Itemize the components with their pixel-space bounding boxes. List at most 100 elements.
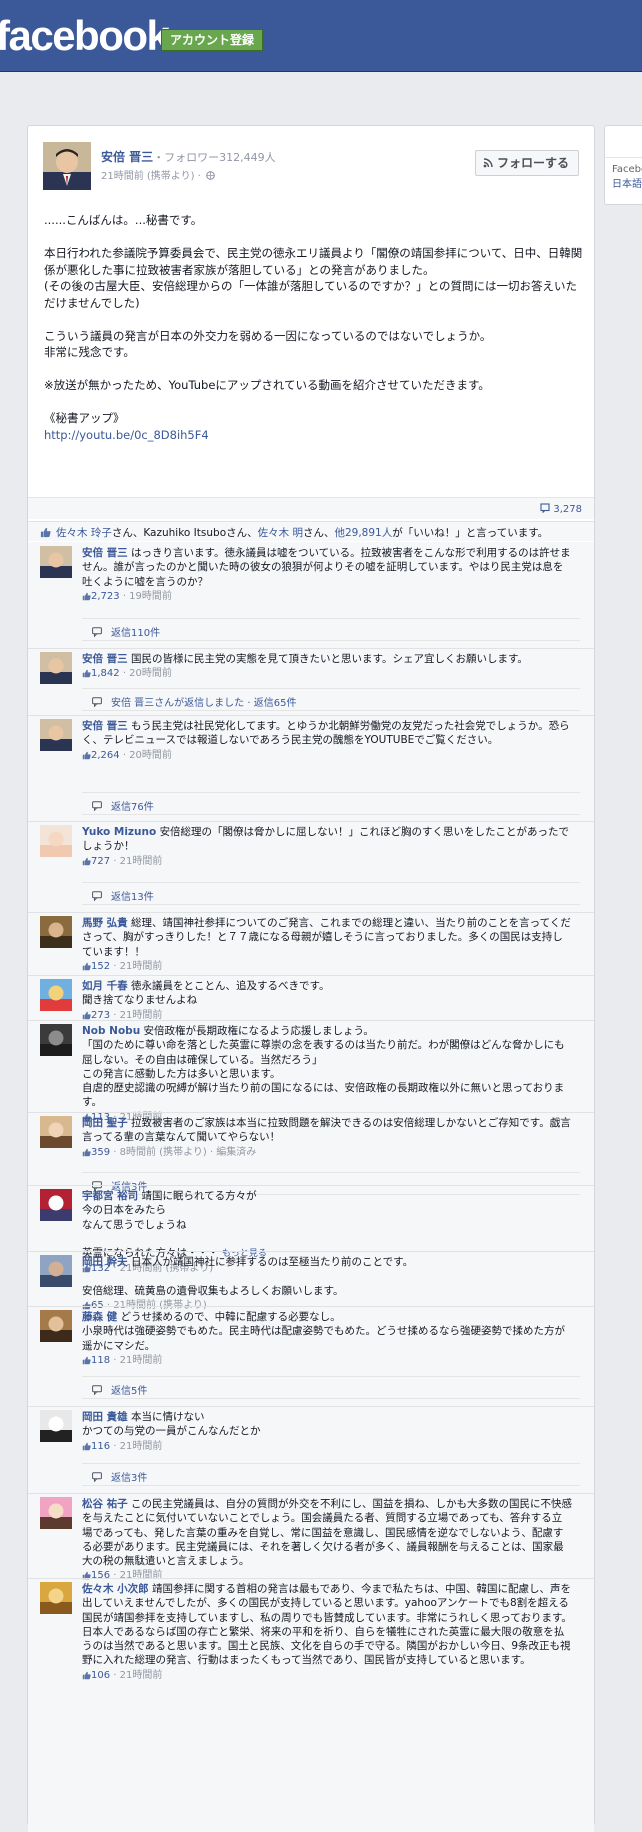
comment-divider [28,1306,594,1307]
comment-time[interactable]: · 20時間前 [120,750,172,761]
comment-meta: 2,723 · 19時間前 [82,590,572,604]
commenter-name[interactable]: 馬野 弘貴 [82,917,128,929]
comment-like-count[interactable]: 106 [91,1670,110,1681]
liker-link[interactable]: 佐々木 明 [258,527,303,539]
share-icon [540,503,550,514]
reply-icon [92,801,102,812]
comment-time[interactable]: · 21時間前 [110,1441,162,1452]
comment-time[interactable]: · 21時間前 [110,856,162,867]
commenter-avatar[interactable] [40,825,72,857]
author-avatar[interactable] [43,142,91,190]
commenter-avatar[interactable] [40,1189,72,1221]
commenter-avatar[interactable] [40,1582,72,1614]
comment-divider [28,1251,594,1252]
liker-text[interactable]: Kazuhiko Itsubo [143,527,226,539]
replies-link[interactable]: 返信13件 [82,882,580,905]
commenter-avatar[interactable] [40,652,72,684]
commenter-name[interactable]: Yuko Mizuno [82,826,156,838]
comment-like-count[interactable]: 1,842 [91,668,120,679]
replies-link[interactable]: 返信110件 [82,618,580,641]
comment-content: Nob Nobu 安倍政権が長期政権になるよう応援しましょう。 「国のために尊い… [82,1024,572,1125]
comment-time[interactable]: · 21時間前 [110,1355,162,1366]
commenter-name[interactable]: 如月 千春 [82,980,128,992]
commenter-avatar[interactable] [40,1410,72,1442]
commenter-avatar[interactable] [40,1116,72,1148]
likes-summary: 佐々木 玲子さん、Kazuhiko Itsuboさん、佐々木 明さん、他29,8… [28,521,594,541]
comment-text: どうせ揉めるので、中韓に配慮する必要なし。 小泉時代は強硬姿勢でもめた。民主時代… [82,1311,565,1352]
commenter-name[interactable]: 安倍 晋三 [82,720,128,732]
comment-like-count[interactable]: 727 [91,856,110,867]
replies-link[interactable]: 返信3件 [82,1463,580,1486]
follow-button[interactable]: フォローする [474,150,579,176]
commenter-name[interactable]: 岡田 幹夫 [82,1256,128,1268]
commenter-name[interactable]: 藤森 健 [82,1311,117,1323]
commenter-name[interactable]: Nob Nobu [82,1025,140,1037]
comment-like-count[interactable]: 156 [91,1570,110,1581]
commenter-name[interactable]: 安倍 晋三 [82,547,128,559]
sidebar-title: Facebo [612,164,642,175]
comment-time[interactable]: · 8時間前 (携帯より) · 編集済み [110,1147,256,1158]
like-thumb-icon [82,962,91,971]
replies-label: 返信110件 [111,628,161,639]
commenter-name[interactable]: 岡田 聖子 [82,1117,128,1129]
comment-text: 安倍政権が長期政権になるよう応援しましょう。 「国のために尊い命を落とした英霊に… [82,1025,565,1109]
author-name[interactable]: 安倍 晋三 [101,150,153,164]
post-header: 安倍 晋三・フォロワー312,449人 21時間前 (携帯より) · フォローす… [43,142,579,192]
likes-suffix: が「いいね！」と言っています。 [392,527,549,539]
like-thumb-icon [82,670,91,678]
follow-label: フォローする [496,156,569,170]
comment-content: 岡田 貴雄 本当に情けない かつての与党の一員がこんなんだとか 116 · 21時… [82,1410,572,1454]
post-time[interactable]: 21時間前 (携帯より) · [101,171,201,182]
post-line: 非常に残念です。 [44,345,135,359]
facebook-logo[interactable]: facebook [0,14,170,58]
commenter-name[interactable]: 安倍 晋三 [82,653,128,665]
post-link-line: http://youtu.be/0c_8D8ih5F4 [44,427,584,444]
commenter-avatar[interactable] [40,719,72,751]
commenter-name[interactable]: 佐々木 小次郎 [82,1583,149,1595]
comment-like-count[interactable]: 2,264 [91,750,120,761]
comment-time[interactable]: · 21時間前 [110,961,162,972]
comment-meta: 1,842 · 20時間前 [82,667,572,681]
comment-like-count[interactable]: 2,723 [91,591,120,602]
commenter-name[interactable]: 岡田 貴雄 [82,1411,128,1423]
comment-time[interactable]: · 19時間前 [120,591,172,602]
comment-time[interactable]: · 21時間前 [110,1570,162,1581]
comment-text: 安倍総理の「閣僚は脅かしに屈しない！」これほど胸のすく思いをしたことがあったでし… [82,826,570,853]
liker-link[interactable]: 佐々木 玲子 [56,527,112,539]
comment-time[interactable]: · 21時間前 [110,1670,162,1681]
comment-time[interactable]: · 21時間前 [110,1010,162,1021]
post-line: (その後の古屋大臣、安倍総理からの「一体誰が落胆しているのですか？」との質問には… [44,279,578,310]
youtube-link[interactable]: http://youtu.be/0c_8D8ih5F4 [44,428,209,442]
commenter-avatar[interactable] [40,546,72,578]
language-link[interactable]: 日本語 [612,175,642,190]
commenter-name[interactable]: 松谷 祐子 [82,1498,128,1510]
comment-divider [28,1185,594,1186]
comment-like-count[interactable]: 273 [91,1010,110,1021]
replies-link[interactable]: 返信76件 [82,792,580,815]
comment-divider [28,1578,594,1579]
commenter-avatar[interactable] [40,979,72,1011]
comment-text: 総理、靖国神社参拝についてのご発言、これまでの総理と違い、当たり前のことを言って… [82,917,571,958]
comment-meta: 727 · 21時間前 [82,855,572,869]
replies-link[interactable]: 安倍 晋三さんが返信しました · 返信65件 [82,688,580,711]
commenter-avatar[interactable] [40,1255,72,1287]
replies-link[interactable]: 返信5件 [82,1376,580,1399]
commenter-avatar[interactable] [40,1310,72,1342]
comment-time[interactable]: · 20時間前 [120,668,172,679]
comment-text: もう民主党は社民党化してます。とゆうか北朝鮮労働党の友党だった社会党でしょうか。… [82,720,570,747]
signup-button[interactable]: アカウント登録 [161,29,264,51]
comment-like-count[interactable]: 152 [91,961,110,972]
comment-content: 藤森 健 どうせ揉めるので、中韓に配慮する必要なし。 小泉時代は強硬姿勢でもめた… [82,1310,572,1368]
likes-others-link[interactable]: 他29,891人 [334,527,392,539]
share-count[interactable]: 3,278 [540,503,582,515]
comment-like-count[interactable]: 359 [91,1147,110,1158]
commenter-avatar[interactable] [40,916,72,948]
comment-divider [28,912,594,913]
follower-count: ・フォロワー312,449人 [153,151,276,164]
commenter-name[interactable]: 宇都宮 裕司 [82,1190,138,1202]
comment-like-count[interactable]: 116 [91,1441,110,1452]
comment-like-count[interactable]: 118 [91,1355,110,1366]
commenter-avatar[interactable] [40,1024,72,1056]
commenter-avatar[interactable] [40,1497,72,1529]
